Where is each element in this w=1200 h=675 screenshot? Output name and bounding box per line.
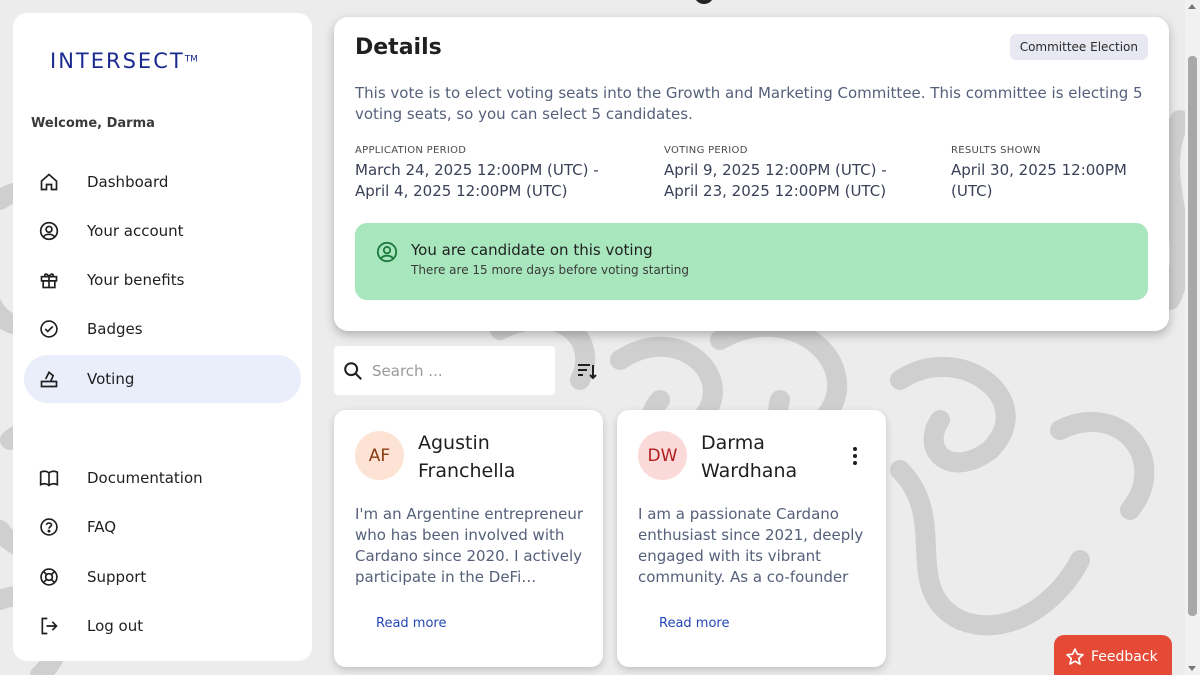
avatar: DW <box>638 431 687 480</box>
sidebar-item-label: FAQ <box>87 518 117 536</box>
scroll-up-arrow[interactable] <box>1188 4 1196 9</box>
sidebar-item-your-account[interactable]: Your account <box>24 207 301 255</box>
star-icon <box>1065 647 1085 667</box>
question-icon <box>38 516 60 538</box>
election-description: This vote is to elect voting seats into … <box>355 84 1143 123</box>
feedback-label: Feedback <box>1091 649 1158 665</box>
gift-icon <box>38 269 60 291</box>
lifebuoy-icon <box>38 566 60 588</box>
results-shown-value: April 30, 2025 12:00PM (UTC) <box>951 160 1169 202</box>
voting-period-start: April 9, 2025 12:00PM (UTC) - <box>664 161 887 179</box>
read-more-link[interactable]: Read more <box>376 616 446 631</box>
logo-text: INTERSECT <box>50 49 185 73</box>
voting-period-end: April 23, 2025 12:00PM (UTC) <box>664 182 887 200</box>
user-circle-icon <box>38 220 60 242</box>
search-input[interactable] <box>372 361 542 380</box>
scroll-down-arrow[interactable] <box>1188 666 1196 671</box>
sidebar-item-label: Log out <box>87 617 144 635</box>
search-icon <box>342 360 364 382</box>
book-icon <box>38 467 60 489</box>
candidate-name: Darma Wardhana <box>701 432 798 482</box>
candidate-name: Agustin Franchella <box>418 432 516 482</box>
voting-period-label: VOTING PERIOD <box>664 145 748 156</box>
vote-icon <box>38 368 60 390</box>
candidate-card[interactable]: AF Agustin Franchella I'm an Argentine e… <box>334 410 603 667</box>
scroll-thumb[interactable] <box>1188 56 1197 616</box>
details-card: Details Committee Election This vote is … <box>334 17 1169 331</box>
welcome-message: Welcome, Darma <box>31 116 155 131</box>
logout-icon <box>38 615 60 637</box>
home-icon <box>38 171 60 193</box>
sidebar-item-label: Documentation <box>87 469 203 487</box>
candidate-status-alert: You are candidate on this voting There a… <box>355 223 1148 300</box>
sidebar-item-badges[interactable]: Badges <box>24 305 301 353</box>
sidebar-item-faq[interactable]: FAQ <box>24 503 301 551</box>
feedback-button[interactable]: Feedback <box>1054 635 1172 675</box>
avatar: AF <box>355 431 404 480</box>
election-type-badge: Committee Election <box>1009 34 1148 60</box>
sidebar-item-label: Support <box>87 568 147 586</box>
sidebar-item-label: Badges <box>87 320 143 338</box>
search-box <box>334 346 555 395</box>
sidebar-item-label: Your account <box>87 222 184 240</box>
user-circle-icon <box>376 241 398 263</box>
candidate-card[interactable]: DW Darma Wardhana I am a passionate Card… <box>617 410 886 667</box>
sidebar-item-documentation[interactable]: Documentation <box>24 454 301 502</box>
sidebar: INTERSECTTM Welcome, Darma Dashboard You… <box>13 13 312 661</box>
sidebar-item-your-benefits[interactable]: Your benefits <box>24 256 301 304</box>
sidebar-item-log-out[interactable]: Log out <box>24 602 301 650</box>
check-badge-icon <box>38 318 60 340</box>
logo-trademark: TM <box>184 54 198 65</box>
application-period-label: APPLICATION PERIOD <box>355 145 467 156</box>
candidate-bio: I am a passionate Cardano enthusiast sin… <box>638 505 864 586</box>
sidebar-item-dashboard[interactable]: Dashboard <box>24 158 301 206</box>
sidebar-item-voting[interactable]: Voting <box>24 355 301 403</box>
results-shown-date: April 30, 2025 12:00PM (UTC) <box>951 161 1127 200</box>
sort-icon[interactable] <box>575 359 599 383</box>
sidebar-item-label: Voting <box>87 370 135 388</box>
application-period-start: March 24, 2025 12:00PM (UTC) - <box>355 161 599 179</box>
results-shown-label: RESULTS SHOWN <box>951 145 1041 156</box>
candidate-bio: I'm an Argentine entrepreneur who has be… <box>355 505 584 586</box>
more-options-icon[interactable] <box>852 446 858 466</box>
intersect-logo[interactable]: INTERSECTTM <box>50 49 198 93</box>
scrollbar[interactable] <box>1185 0 1200 675</box>
voting-period-value: April 9, 2025 12:00PM (UTC) - April 23, … <box>664 160 887 202</box>
application-period-end: April 4, 2025 12:00PM (UTC) <box>355 182 568 200</box>
sidebar-item-support[interactable]: Support <box>24 553 301 601</box>
alert-title: You are candidate on this voting <box>411 241 653 259</box>
alert-subtitle: There are 15 more days before voting sta… <box>411 263 689 277</box>
details-title: Details <box>355 35 442 60</box>
sidebar-item-label: Dashboard <box>87 173 169 191</box>
application-period-value: March 24, 2025 12:00PM (UTC) - April 4, … <box>355 160 599 202</box>
sidebar-item-label: Your benefits <box>87 271 185 289</box>
read-more-link[interactable]: Read more <box>659 616 729 631</box>
